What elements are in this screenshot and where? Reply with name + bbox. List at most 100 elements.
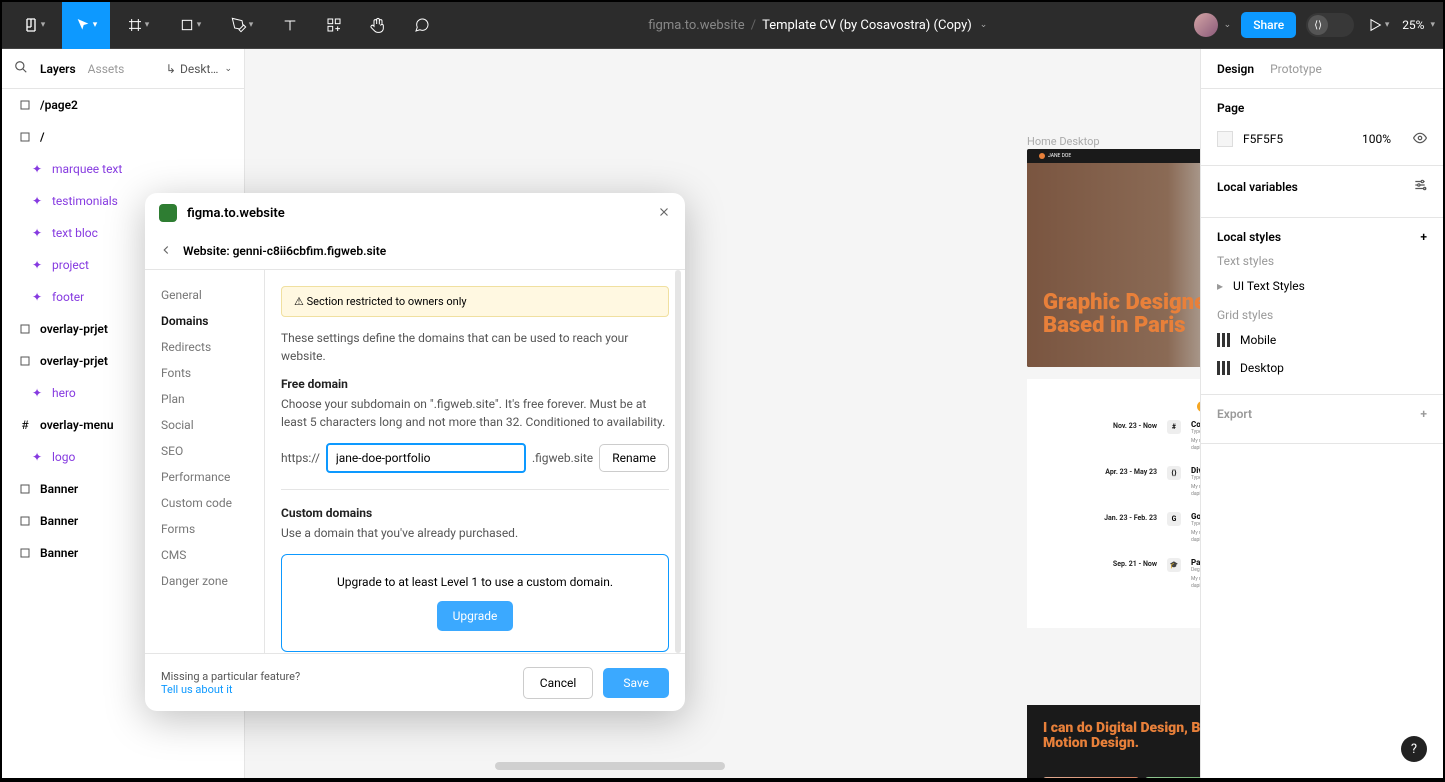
frame-label[interactable]: Home Desktop xyxy=(1027,135,1100,148)
canvas-frame-timeline[interactable]: Experience Nov. 23 - Now#CosaVostraType … xyxy=(1027,379,1200,628)
settings-nav-item[interactable]: Fonts xyxy=(145,360,264,386)
present-button[interactable]: ▾ xyxy=(1364,2,1392,49)
timeline-row: Jan. 23 - Feb. 23GGoogleType of company,… xyxy=(1047,512,1200,544)
comment-tool[interactable] xyxy=(402,2,442,49)
prototype-tab[interactable]: Prototype xyxy=(1270,62,1322,76)
grid-icon xyxy=(1217,361,1230,375)
layer-label: Banner xyxy=(40,482,78,496)
plus-icon[interactable]: + xyxy=(1420,407,1427,421)
back-icon[interactable] xyxy=(159,242,173,261)
settings-nav-item[interactable]: Domains xyxy=(145,308,264,334)
settings-nav-item[interactable]: General xyxy=(145,282,264,308)
page-section-head: Page xyxy=(1217,101,1427,115)
settings-nav-item[interactable]: Redirects xyxy=(145,334,264,360)
settings-nav-item[interactable]: Forms xyxy=(145,516,264,542)
help-button[interactable]: ? xyxy=(1401,736,1427,762)
component-icon: ✦ xyxy=(30,226,44,240)
settings-nav-item[interactable]: CMS xyxy=(145,542,264,568)
background-color-row[interactable]: F5F5F5 100% xyxy=(1217,125,1427,153)
subdomain-input[interactable] xyxy=(326,443,526,473)
upgrade-button[interactable]: Upgrade xyxy=(437,601,514,631)
scrollbar-vertical[interactable] xyxy=(675,270,681,653)
resources-tool[interactable] xyxy=(314,2,354,49)
upgrade-message: Upgrade to at least Level 1 to use a cus… xyxy=(302,575,648,589)
grid-style-desktop[interactable]: Desktop xyxy=(1217,354,1427,382)
close-icon[interactable] xyxy=(657,204,671,223)
text-tool[interactable] xyxy=(270,2,310,49)
layer-item[interactable]: /page2 xyxy=(2,89,244,121)
rename-button[interactable]: Rename xyxy=(599,444,669,472)
layer-label: overlay-prjet xyxy=(40,322,108,336)
visibility-icon[interactable] xyxy=(1413,131,1427,148)
cancel-button[interactable]: Cancel xyxy=(523,667,594,699)
frame-icon xyxy=(18,514,32,528)
layer-label: testimonials xyxy=(52,194,118,208)
color-hex: F5F5F5 xyxy=(1243,132,1283,146)
frame-icon: # xyxy=(18,418,32,432)
zoom-menu[interactable]: 25%▾ xyxy=(1402,18,1435,32)
layer-label: logo xyxy=(52,450,75,464)
save-button[interactable]: Save xyxy=(603,668,669,698)
plus-icon[interactable]: + xyxy=(1420,230,1427,244)
settings-nav-item[interactable]: SEO xyxy=(145,438,264,464)
frame-tool[interactable]: ▾ xyxy=(114,2,162,49)
dev-mode-toggle[interactable]: ⟨⟩ xyxy=(1306,13,1354,37)
layer-label: text bloc xyxy=(52,226,98,240)
page-selector[interactable]: ↳ Deskt… ⌄ xyxy=(166,62,232,76)
chevron-right-icon: ▸ xyxy=(1217,279,1223,293)
settings-nav-item[interactable]: Plan xyxy=(145,386,264,412)
settings-nav-item[interactable]: Custom code xyxy=(145,490,264,516)
text-styles-subhead: Text styles xyxy=(1217,254,1427,268)
hand-tool[interactable] xyxy=(358,2,398,49)
layer-item[interactable]: ✦marquee text xyxy=(2,153,244,185)
component-icon: ✦ xyxy=(30,386,44,400)
grid-style-mobile[interactable]: Mobile xyxy=(1217,326,1427,354)
upgrade-box: Upgrade to at least Level 1 to use a cus… xyxy=(281,554,669,652)
search-icon[interactable] xyxy=(14,60,28,77)
layer-label: project xyxy=(52,258,89,272)
settings-nav-item[interactable]: Social xyxy=(145,412,264,438)
chevron-down-icon[interactable]: ⌄ xyxy=(980,20,988,30)
file-breadcrumb[interactable]: figma.to.website / Template CV (by Cosav… xyxy=(446,18,1190,33)
settings-nav-item[interactable]: Danger zone xyxy=(145,568,264,594)
free-domain-head: Free domain xyxy=(281,377,669,391)
component-icon: ✦ xyxy=(30,258,44,272)
share-button[interactable]: Share xyxy=(1241,12,1296,38)
code-icon: ⟨⟩ xyxy=(1308,15,1328,35)
pen-tool[interactable]: ▾ xyxy=(218,2,266,49)
export-head[interactable]: Export + xyxy=(1217,407,1427,421)
layer-label: overlay-prjet xyxy=(40,354,108,368)
canvas-frame-hero[interactable]: JANE DOE Experience. Projects. Skills. C… xyxy=(1027,149,1200,367)
layer-label: overlay-menu xyxy=(40,418,114,432)
breadcrumb-project: figma.to.website xyxy=(648,18,744,33)
settings-nav-item[interactable]: Performance xyxy=(145,464,264,490)
menu-button[interactable]: ▾ xyxy=(10,2,58,49)
grid-styles-subhead: Grid styles xyxy=(1217,308,1427,322)
local-variables-head[interactable]: Local variables xyxy=(1217,178,1427,195)
local-styles-head: Local styles + xyxy=(1217,230,1427,244)
layer-label: hero xyxy=(52,386,76,400)
breadcrumb-separator: / xyxy=(751,18,756,33)
design-tab[interactable]: Design xyxy=(1217,62,1254,76)
layer-item[interactable]: / xyxy=(2,121,244,153)
timeline-row: Nov. 23 - Now#CosaVostraType of company,… xyxy=(1047,420,1200,452)
layer-label: footer xyxy=(52,290,84,304)
text-style-item[interactable]: ▸ UI Text Styles xyxy=(1217,272,1427,300)
assets-tab[interactable]: Assets xyxy=(88,62,125,76)
move-tool[interactable]: ▾ xyxy=(62,2,110,49)
custom-domains-head: Custom domains xyxy=(281,506,669,520)
settings-icon[interactable] xyxy=(1413,178,1427,195)
shape-tool[interactable]: ▾ xyxy=(166,2,214,49)
free-domain-desc: Choose your subdomain on ".figweb.site".… xyxy=(281,395,669,431)
layer-label: / xyxy=(40,130,45,144)
scrollbar-horizontal[interactable] xyxy=(495,762,725,770)
tell-us-link[interactable]: Tell us about it xyxy=(161,683,300,696)
timeline-row: Apr. 23 - May 23⟨⟩DivriotsType of compan… xyxy=(1047,466,1200,498)
user-menu[interactable]: ⌄ xyxy=(1194,13,1232,37)
intro-text: These settings define the domains that c… xyxy=(281,329,669,365)
canvas-frame-projects[interactable]: I can do Digital Design, Branding andMot… xyxy=(1027,705,1200,778)
layers-tab[interactable]: Layers xyxy=(40,62,76,76)
layer-label: Banner xyxy=(40,514,78,528)
color-swatch[interactable] xyxy=(1217,131,1233,147)
top-toolbar: ▾ ▾ ▾ ▾ ▾ figma.to.website / Template C xyxy=(2,2,1443,49)
